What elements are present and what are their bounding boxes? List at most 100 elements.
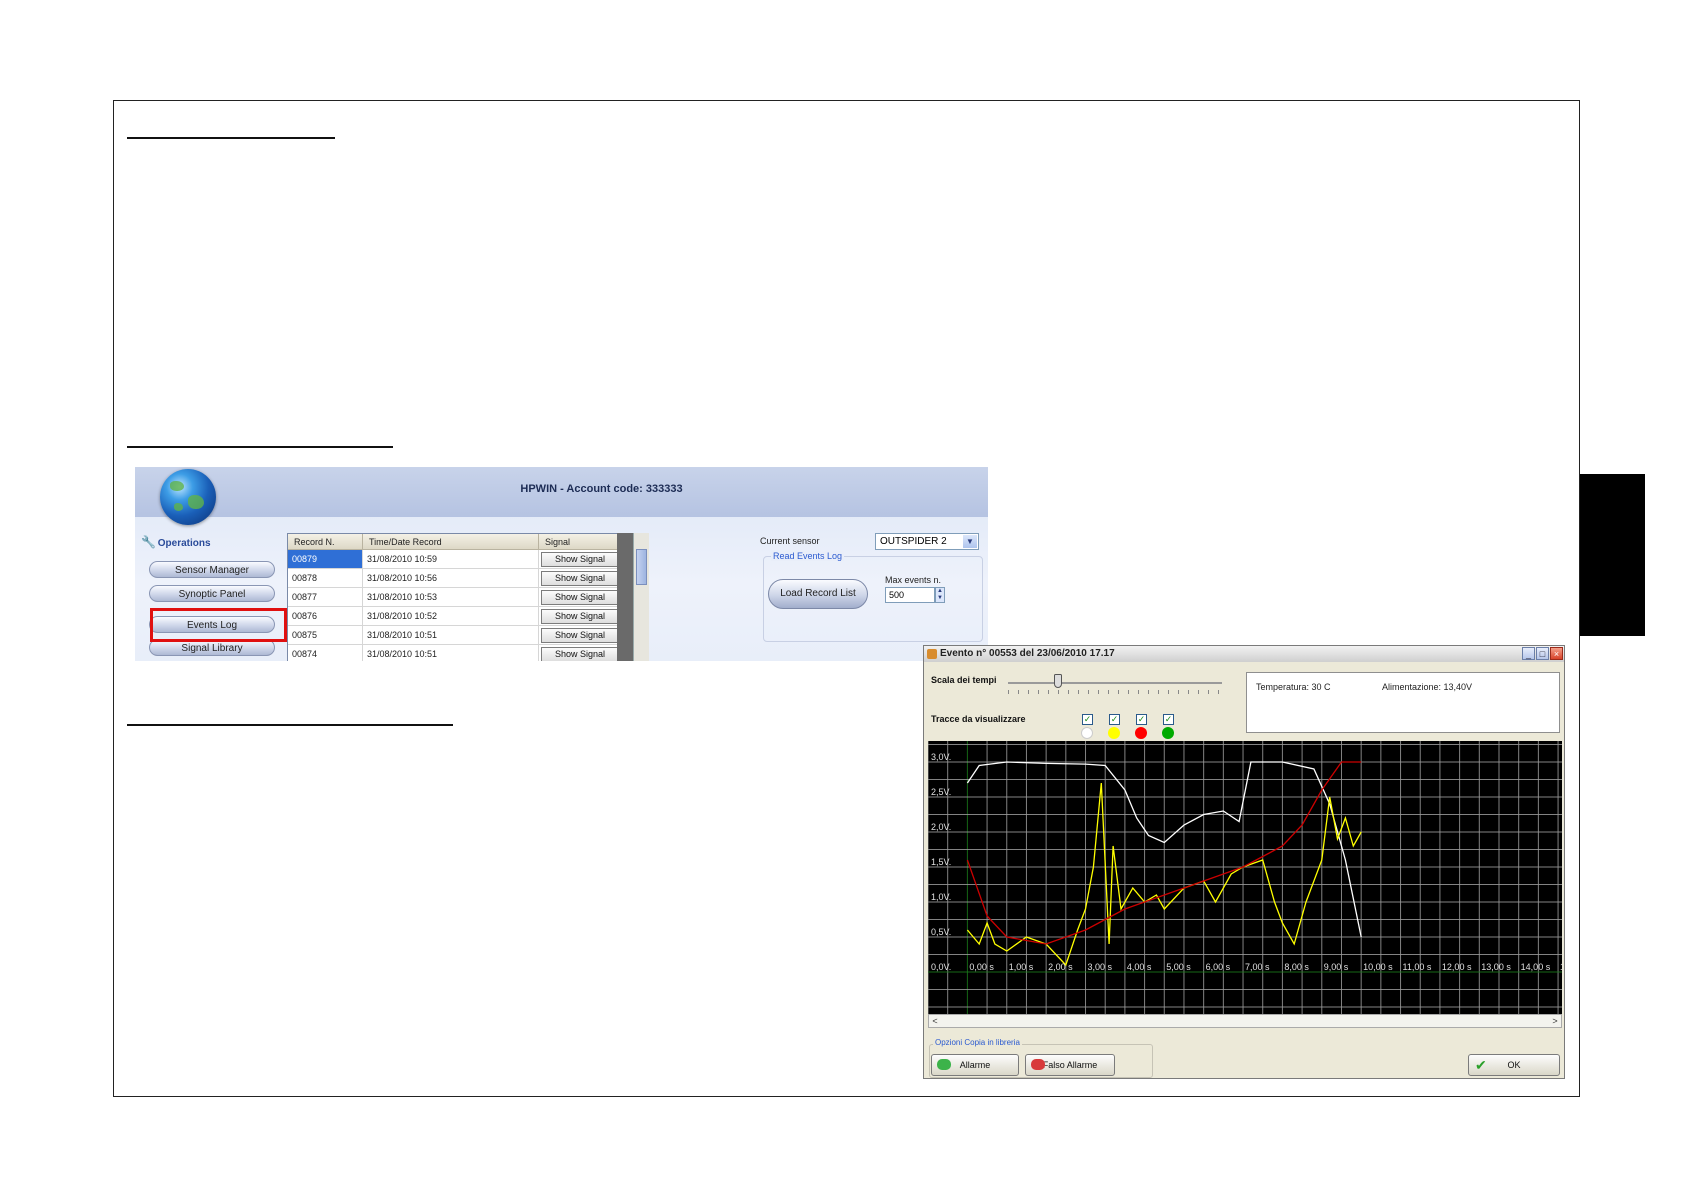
show-signal-button[interactable]: Show Signal bbox=[541, 609, 619, 624]
trace-red-swatch bbox=[1135, 727, 1147, 739]
allarme-button[interactable]: Allarme bbox=[931, 1054, 1019, 1076]
record-cell: 00879 bbox=[288, 550, 363, 568]
load-record-list-button[interactable]: Load Record List bbox=[768, 579, 868, 609]
trace-yellow-swatch bbox=[1108, 727, 1120, 739]
datetime-cell: 31/08/2010 10:52 bbox=[363, 607, 539, 625]
chapter-tab-marker bbox=[1580, 474, 1645, 636]
time-scale-ticks bbox=[1008, 690, 1222, 694]
temperature-readout: Temperatura: 30 C bbox=[1256, 682, 1331, 692]
heading-underline-2 bbox=[127, 446, 393, 448]
table-row[interactable]: 00877 31/08/2010 10:53 Show Signal bbox=[288, 588, 621, 607]
sensor-select[interactable]: OUTSPIDER 2 ▼ bbox=[875, 533, 979, 550]
col-header-signal[interactable]: Signal bbox=[539, 534, 621, 550]
ok-button[interactable]: ✔ OK bbox=[1468, 1054, 1560, 1076]
allarme-label: Allarme bbox=[959, 1060, 991, 1070]
trace-yellow-checkbox[interactable]: ✓ bbox=[1109, 714, 1120, 725]
scroll-left-icon[interactable]: < bbox=[929, 1015, 941, 1027]
trace-white-checkbox[interactable]: ✓ bbox=[1082, 714, 1093, 725]
table-scrollbar[interactable] bbox=[633, 533, 649, 661]
show-signal-button[interactable]: Show Signal bbox=[541, 647, 619, 661]
y-tick-label: 2,5V. bbox=[931, 787, 951, 797]
time-scale-slider-thumb[interactable] bbox=[1054, 674, 1062, 688]
globe-logo-icon bbox=[160, 469, 216, 525]
datetime-cell: 31/08/2010 10:53 bbox=[363, 588, 539, 606]
record-cell: 00874 bbox=[288, 645, 363, 661]
show-signal-button[interactable]: Show Signal bbox=[541, 552, 619, 567]
record-cell: 00877 bbox=[288, 588, 363, 606]
falso-allarme-button[interactable]: Falso Allarme bbox=[1025, 1054, 1115, 1076]
scrollbar-thumb[interactable] bbox=[636, 549, 647, 585]
x-tick-label: 12,00 s bbox=[1442, 962, 1472, 972]
x-tick-label: 3,00 s bbox=[1088, 962, 1113, 972]
evento-titlebar: Evento n° 00553 del 23/06/2010 17.17 _ □… bbox=[924, 646, 1564, 662]
x-tick-label: 4,00 s bbox=[1127, 962, 1152, 972]
trace-red-checkbox[interactable]: ✓ bbox=[1136, 714, 1147, 725]
scala-tempi-label: Scala dei tempi bbox=[931, 675, 997, 685]
minimize-icon[interactable]: _ bbox=[1522, 647, 1535, 660]
synoptic-panel-button[interactable]: Synoptic Panel bbox=[149, 585, 275, 602]
green-pill-icon bbox=[937, 1059, 951, 1070]
x-tick-label: 10,00 s bbox=[1363, 962, 1393, 972]
max-events-label: Max events n. bbox=[885, 575, 942, 585]
col-header-datetime[interactable]: Time/Date Record bbox=[363, 534, 539, 550]
ok-label: OK bbox=[1507, 1060, 1521, 1070]
datetime-cell: 31/08/2010 10:59 bbox=[363, 550, 539, 568]
record-cell: 00875 bbox=[288, 626, 363, 644]
chevron-down-icon[interactable]: ▼ bbox=[963, 535, 977, 548]
trace-green-checkbox[interactable]: ✓ bbox=[1163, 714, 1174, 725]
time-scale-slider-track[interactable] bbox=[1008, 682, 1222, 684]
datetime-cell: 31/08/2010 10:51 bbox=[363, 626, 539, 644]
trace-white-swatch bbox=[1081, 727, 1093, 739]
current-sensor-label: Current sensor bbox=[760, 536, 820, 546]
trace-green-swatch bbox=[1162, 727, 1174, 739]
heading-underline-3 bbox=[127, 724, 453, 726]
operations-label: Operations bbox=[157, 538, 211, 549]
window-app-icon bbox=[927, 649, 937, 659]
max-events-spinner[interactable]: ▲ ▼ bbox=[935, 587, 945, 603]
record-cell: 00878 bbox=[288, 569, 363, 587]
x-tick-label: 5,00 s bbox=[1166, 962, 1191, 972]
table-row[interactable]: 00875 31/08/2010 10:51 Show Signal bbox=[288, 626, 621, 645]
y-tick-label: 1,5V. bbox=[931, 857, 951, 867]
col-header-record[interactable]: Record N. bbox=[288, 534, 363, 550]
hpwin-title: HPWIN - Account code: 333333 bbox=[520, 483, 683, 495]
events-log-highlight-box bbox=[150, 608, 287, 642]
check-icon: ✔ bbox=[1475, 1057, 1487, 1073]
x-tick-label: 8,00 s bbox=[1284, 962, 1309, 972]
evento-dialog: Evento n° 00553 del 23/06/2010 17.17 _ □… bbox=[923, 645, 1565, 1079]
table-row[interactable]: 00878 31/08/2010 10:56 Show Signal bbox=[288, 569, 621, 588]
show-signal-button[interactable]: Show Signal bbox=[541, 571, 619, 586]
table-row[interactable]: 00876 31/08/2010 10:52 Show Signal bbox=[288, 607, 621, 626]
sensor-manager-button[interactable]: Sensor Manager bbox=[149, 561, 275, 578]
operations-header[interactable]: 🔧 Operations bbox=[141, 535, 269, 551]
power-supply-readout: Alimentazione: 13,40V bbox=[1382, 682, 1473, 692]
wrench-icon: 🔧 bbox=[141, 535, 156, 549]
record-cell: 00876 bbox=[288, 607, 363, 625]
falso-allarme-label: Falso Allarme bbox=[1042, 1060, 1098, 1070]
x-tick-label: 1,00 s bbox=[1009, 962, 1034, 972]
scroll-right-icon[interactable]: > bbox=[1549, 1015, 1561, 1027]
table-row[interactable]: 00874 31/08/2010 10:51 Show Signal bbox=[288, 645, 621, 661]
table-empty-area bbox=[617, 533, 633, 661]
x-tick-label: 2,00 s bbox=[1048, 962, 1073, 972]
events-record-table: Record N. Time/Date Record Signal 00879 … bbox=[287, 533, 622, 661]
chart-horizontal-scrollbar[interactable]: < > bbox=[928, 1014, 1562, 1028]
read-events-title: Read Events Log bbox=[771, 551, 845, 561]
tracce-label: Tracce da visualizzare bbox=[931, 714, 1026, 724]
maximize-icon[interactable]: □ bbox=[1536, 647, 1549, 660]
close-icon[interactable]: × bbox=[1550, 647, 1563, 660]
signal-chart: 0,0V. 0,5V. 1,0V. 1,5V. 2,0V. 2,5V. 3,0V. 0,00 … bbox=[928, 741, 1562, 1014]
hpwin-window: HPWIN - Account code: 333333 🔧 Operation… bbox=[135, 467, 988, 661]
heading-underline-1 bbox=[127, 137, 335, 139]
datetime-cell: 31/08/2010 10:56 bbox=[363, 569, 539, 587]
x-tick-label: 15,0 bbox=[1560, 962, 1562, 972]
y-tick-label: 0,0V. bbox=[931, 962, 951, 972]
show-signal-button[interactable]: Show Signal bbox=[541, 590, 619, 605]
y-tick-label: 3,0V. bbox=[931, 752, 951, 762]
y-tick-label: 1,0V. bbox=[931, 892, 951, 902]
sensor-info-box: Temperatura: 30 C Alimentazione: 13,40V bbox=[1246, 672, 1560, 733]
y-tick-label: 2,0V. bbox=[931, 822, 951, 832]
max-events-input[interactable]: 500 bbox=[885, 587, 935, 603]
table-row[interactable]: 00879 31/08/2010 10:59 Show Signal bbox=[288, 550, 621, 569]
show-signal-button[interactable]: Show Signal bbox=[541, 628, 619, 643]
